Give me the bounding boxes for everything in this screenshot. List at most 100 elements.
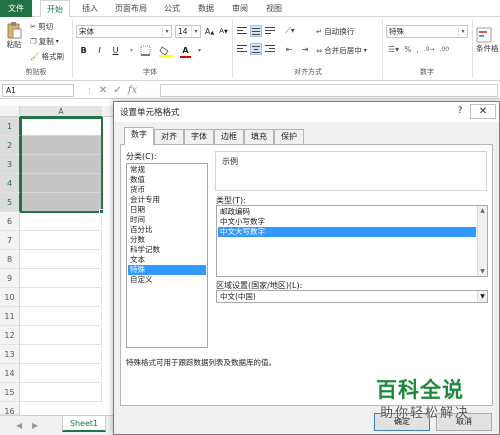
column-header-a[interactable]: A	[20, 106, 102, 117]
insert-function-button[interactable]: fx	[128, 85, 137, 96]
dialog-tab-fill[interactable]: 填充	[244, 129, 274, 144]
tab-formulas[interactable]: 公式	[158, 0, 186, 17]
dialog-tab-protection[interactable]: 保护	[274, 129, 304, 144]
fill-handle[interactable]	[99, 209, 104, 214]
cell-a7[interactable]	[20, 231, 102, 250]
cell-a9[interactable]	[20, 269, 102, 288]
merge-center-button[interactable]: ⇔ 合并后居中 ▾	[316, 45, 367, 56]
cell-a15[interactable]	[20, 383, 102, 402]
type-item[interactable]: 邮政编码	[218, 207, 476, 217]
cell-a6[interactable]	[20, 212, 102, 231]
category-item[interactable]: 日期	[128, 205, 206, 215]
tab-home[interactable]: 开始	[40, 0, 70, 18]
cell-a4[interactable]	[20, 174, 102, 193]
category-item-selected[interactable]: 特殊	[128, 265, 206, 275]
sheet-next-icon[interactable]: ▶	[32, 421, 38, 430]
category-item[interactable]: 时间	[128, 215, 206, 225]
type-item-selected[interactable]: 中文大写数字	[218, 227, 476, 237]
sheet-tab-sheet1[interactable]: Sheet1	[62, 416, 106, 432]
row-header[interactable]: 9	[0, 269, 20, 288]
align-right-button[interactable]	[264, 43, 276, 55]
align-bottom-button[interactable]	[264, 25, 276, 37]
category-item[interactable]: 常规	[128, 165, 206, 175]
type-list[interactable]: 邮政编码 中文小写数字 中文大写数字 ▲ ▼	[216, 205, 488, 277]
row-header[interactable]: 3	[0, 155, 20, 174]
cell-a5[interactable]	[20, 193, 102, 212]
cell-a8[interactable]	[20, 250, 102, 269]
chevron-down-icon[interactable]: ▾	[194, 45, 205, 56]
dialog-tab-font[interactable]: 字体	[184, 129, 214, 144]
copy-button[interactable]: ❐ 复制 ▾	[30, 36, 59, 47]
category-item[interactable]: 货币	[128, 185, 206, 195]
enter-icon[interactable]: ✓	[113, 85, 121, 96]
font-color-button[interactable]: A	[180, 45, 191, 58]
cancel-icon[interactable]: ✕	[99, 85, 107, 96]
increase-indent-button[interactable]: ⇥	[298, 44, 312, 55]
row-header[interactable]: 10	[0, 288, 20, 307]
formula-input[interactable]	[160, 84, 498, 97]
category-item[interactable]: 自定义	[128, 275, 206, 285]
row-header[interactable]: 13	[0, 345, 20, 364]
cell-a10[interactable]	[20, 288, 102, 307]
help-button[interactable]: ?	[452, 104, 468, 119]
category-item[interactable]: 百分比	[128, 225, 206, 235]
italic-button[interactable]: I	[94, 45, 105, 56]
category-item[interactable]: 数值	[128, 175, 206, 185]
tab-insert[interactable]: 插入	[76, 0, 104, 17]
scroll-down-icon[interactable]: ▼	[478, 267, 487, 276]
currency-button[interactable]: ☰▾	[388, 45, 399, 54]
grow-font-button[interactable]: A▲	[204, 26, 215, 37]
orientation-button[interactable]: ⟋▾	[282, 25, 298, 36]
row-header[interactable]: 16	[0, 402, 20, 416]
fill-color-button[interactable]	[158, 45, 174, 57]
row-header[interactable]: 7	[0, 231, 20, 250]
row-header[interactable]: 15	[0, 383, 20, 402]
percent-button[interactable]: %	[404, 45, 411, 54]
dialog-tab-border[interactable]: 边框	[214, 129, 244, 144]
select-all-corner[interactable]	[0, 106, 20, 117]
cell-a14[interactable]	[20, 364, 102, 383]
cell-a12[interactable]	[20, 326, 102, 345]
type-list-scrollbar[interactable]: ▲ ▼	[477, 206, 487, 276]
number-format-combo[interactable]: 特殊 ▾	[386, 25, 468, 38]
cell-a1[interactable]	[20, 117, 102, 136]
row-header[interactable]: 11	[0, 307, 20, 326]
align-left-button[interactable]	[236, 43, 248, 55]
cell-a3[interactable]	[20, 155, 102, 174]
cell-a13[interactable]	[20, 345, 102, 364]
align-center-button[interactable]	[250, 43, 262, 55]
tab-page-layout[interactable]: 页面布局	[110, 0, 152, 17]
cell-a11[interactable]	[20, 307, 102, 326]
underline-button[interactable]: U	[110, 45, 121, 56]
decrease-decimal-button[interactable]: .00	[439, 46, 449, 53]
row-header[interactable]: 8	[0, 250, 20, 269]
paste-button[interactable]: 粘贴	[6, 21, 22, 50]
row-header[interactable]: 1	[0, 117, 20, 136]
tab-data[interactable]: 数据	[192, 0, 220, 17]
tab-review[interactable]: 审阅	[226, 0, 254, 17]
category-list[interactable]: 常规 数值 货币 会计专用 日期 时间 百分比 分数 科学记数 文本 特殊 自定…	[126, 163, 208, 348]
format-painter-button[interactable]: 🖌 格式刷	[30, 51, 64, 62]
category-item[interactable]: 科学记数	[128, 245, 206, 255]
dialog-tab-alignment[interactable]: 对齐	[154, 129, 184, 144]
row-header[interactable]: 12	[0, 326, 20, 345]
row-header[interactable]: 2	[0, 136, 20, 155]
category-item[interactable]: 分数	[128, 235, 206, 245]
shrink-font-button[interactable]: A▼	[218, 26, 229, 37]
bold-button[interactable]: B	[78, 45, 89, 56]
row-header[interactable]: 4	[0, 174, 20, 193]
row-header[interactable]: 5	[0, 193, 20, 212]
row-header[interactable]: 14	[0, 364, 20, 383]
wrap-text-button[interactable]: ↵ 自动换行	[316, 26, 354, 37]
type-item[interactable]: 中文小写数字	[218, 217, 476, 227]
category-item[interactable]: 会计专用	[128, 195, 206, 205]
increase-decimal-button[interactable]: .0→	[424, 46, 435, 53]
decrease-indent-button[interactable]: ⇤	[282, 44, 296, 55]
scroll-up-icon[interactable]: ▲	[478, 206, 487, 215]
font-size-combo[interactable]: 14 ▾	[175, 25, 201, 38]
dialog-tab-number[interactable]: 数字	[124, 127, 154, 145]
cut-button[interactable]: ✂ 剪切	[30, 21, 53, 32]
cell-a2[interactable]	[20, 136, 102, 155]
locale-select[interactable]: 中文(中国) ▼	[216, 290, 488, 303]
close-button[interactable]: ✕	[470, 104, 496, 119]
